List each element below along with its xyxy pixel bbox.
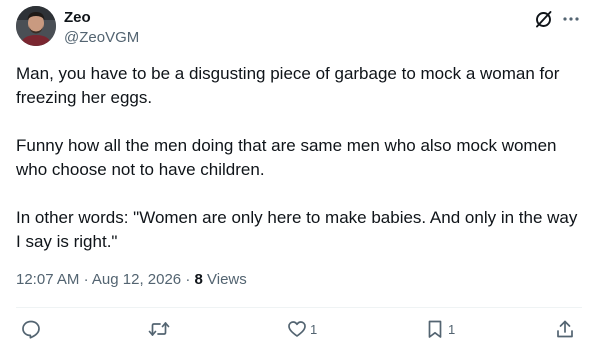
bookmark-count: 1 xyxy=(448,321,456,337)
repost-button[interactable] xyxy=(148,318,173,340)
tweet-paragraph: In other words: "Women are only here to … xyxy=(16,208,578,251)
like-icon xyxy=(288,321,306,337)
tweet-paragraph: Man, you have to be a disgusting piece o… xyxy=(16,64,560,107)
reply-icon xyxy=(22,320,40,339)
views-count[interactable]: 8 xyxy=(195,271,203,288)
divider xyxy=(16,307,582,308)
more-icon xyxy=(563,17,579,21)
avatar[interactable] xyxy=(16,6,56,46)
author-display-name[interactable]: Zeo xyxy=(64,9,91,27)
bookmark-icon xyxy=(428,320,442,338)
repost-icon xyxy=(148,322,170,336)
meta-separator: · xyxy=(83,271,89,288)
views-label[interactable]: Views xyxy=(207,271,247,288)
like-count: 1 xyxy=(310,321,318,337)
reply-button[interactable] xyxy=(21,318,44,340)
tweet-paragraph: Funny how all the men doing that are sam… xyxy=(16,136,557,179)
author-handle[interactable]: @ZeoVGM xyxy=(64,29,139,47)
share-button[interactable] xyxy=(555,318,575,340)
tweet-metadata: 12:07 AM · Aug 12, 2026 · 8 Views xyxy=(16,270,247,290)
avatar-image xyxy=(16,6,56,46)
more-button[interactable] xyxy=(560,8,582,30)
tweet: Zeo @ZeoVGM Man, you have to be a disgus… xyxy=(0,0,598,356)
grok-button[interactable] xyxy=(533,8,555,30)
tweet-time[interactable]: 12:07 AM xyxy=(16,271,79,288)
grok-icon xyxy=(536,11,552,28)
bookmark-button[interactable]: 1 xyxy=(425,318,455,340)
meta-separator: · xyxy=(185,271,191,288)
tweet-date[interactable]: Aug 12, 2026 xyxy=(92,271,181,288)
like-button[interactable]: 1 xyxy=(287,318,317,340)
share-icon xyxy=(557,320,573,338)
tweet-text: Man, you have to be a disgusting piece o… xyxy=(16,62,582,254)
